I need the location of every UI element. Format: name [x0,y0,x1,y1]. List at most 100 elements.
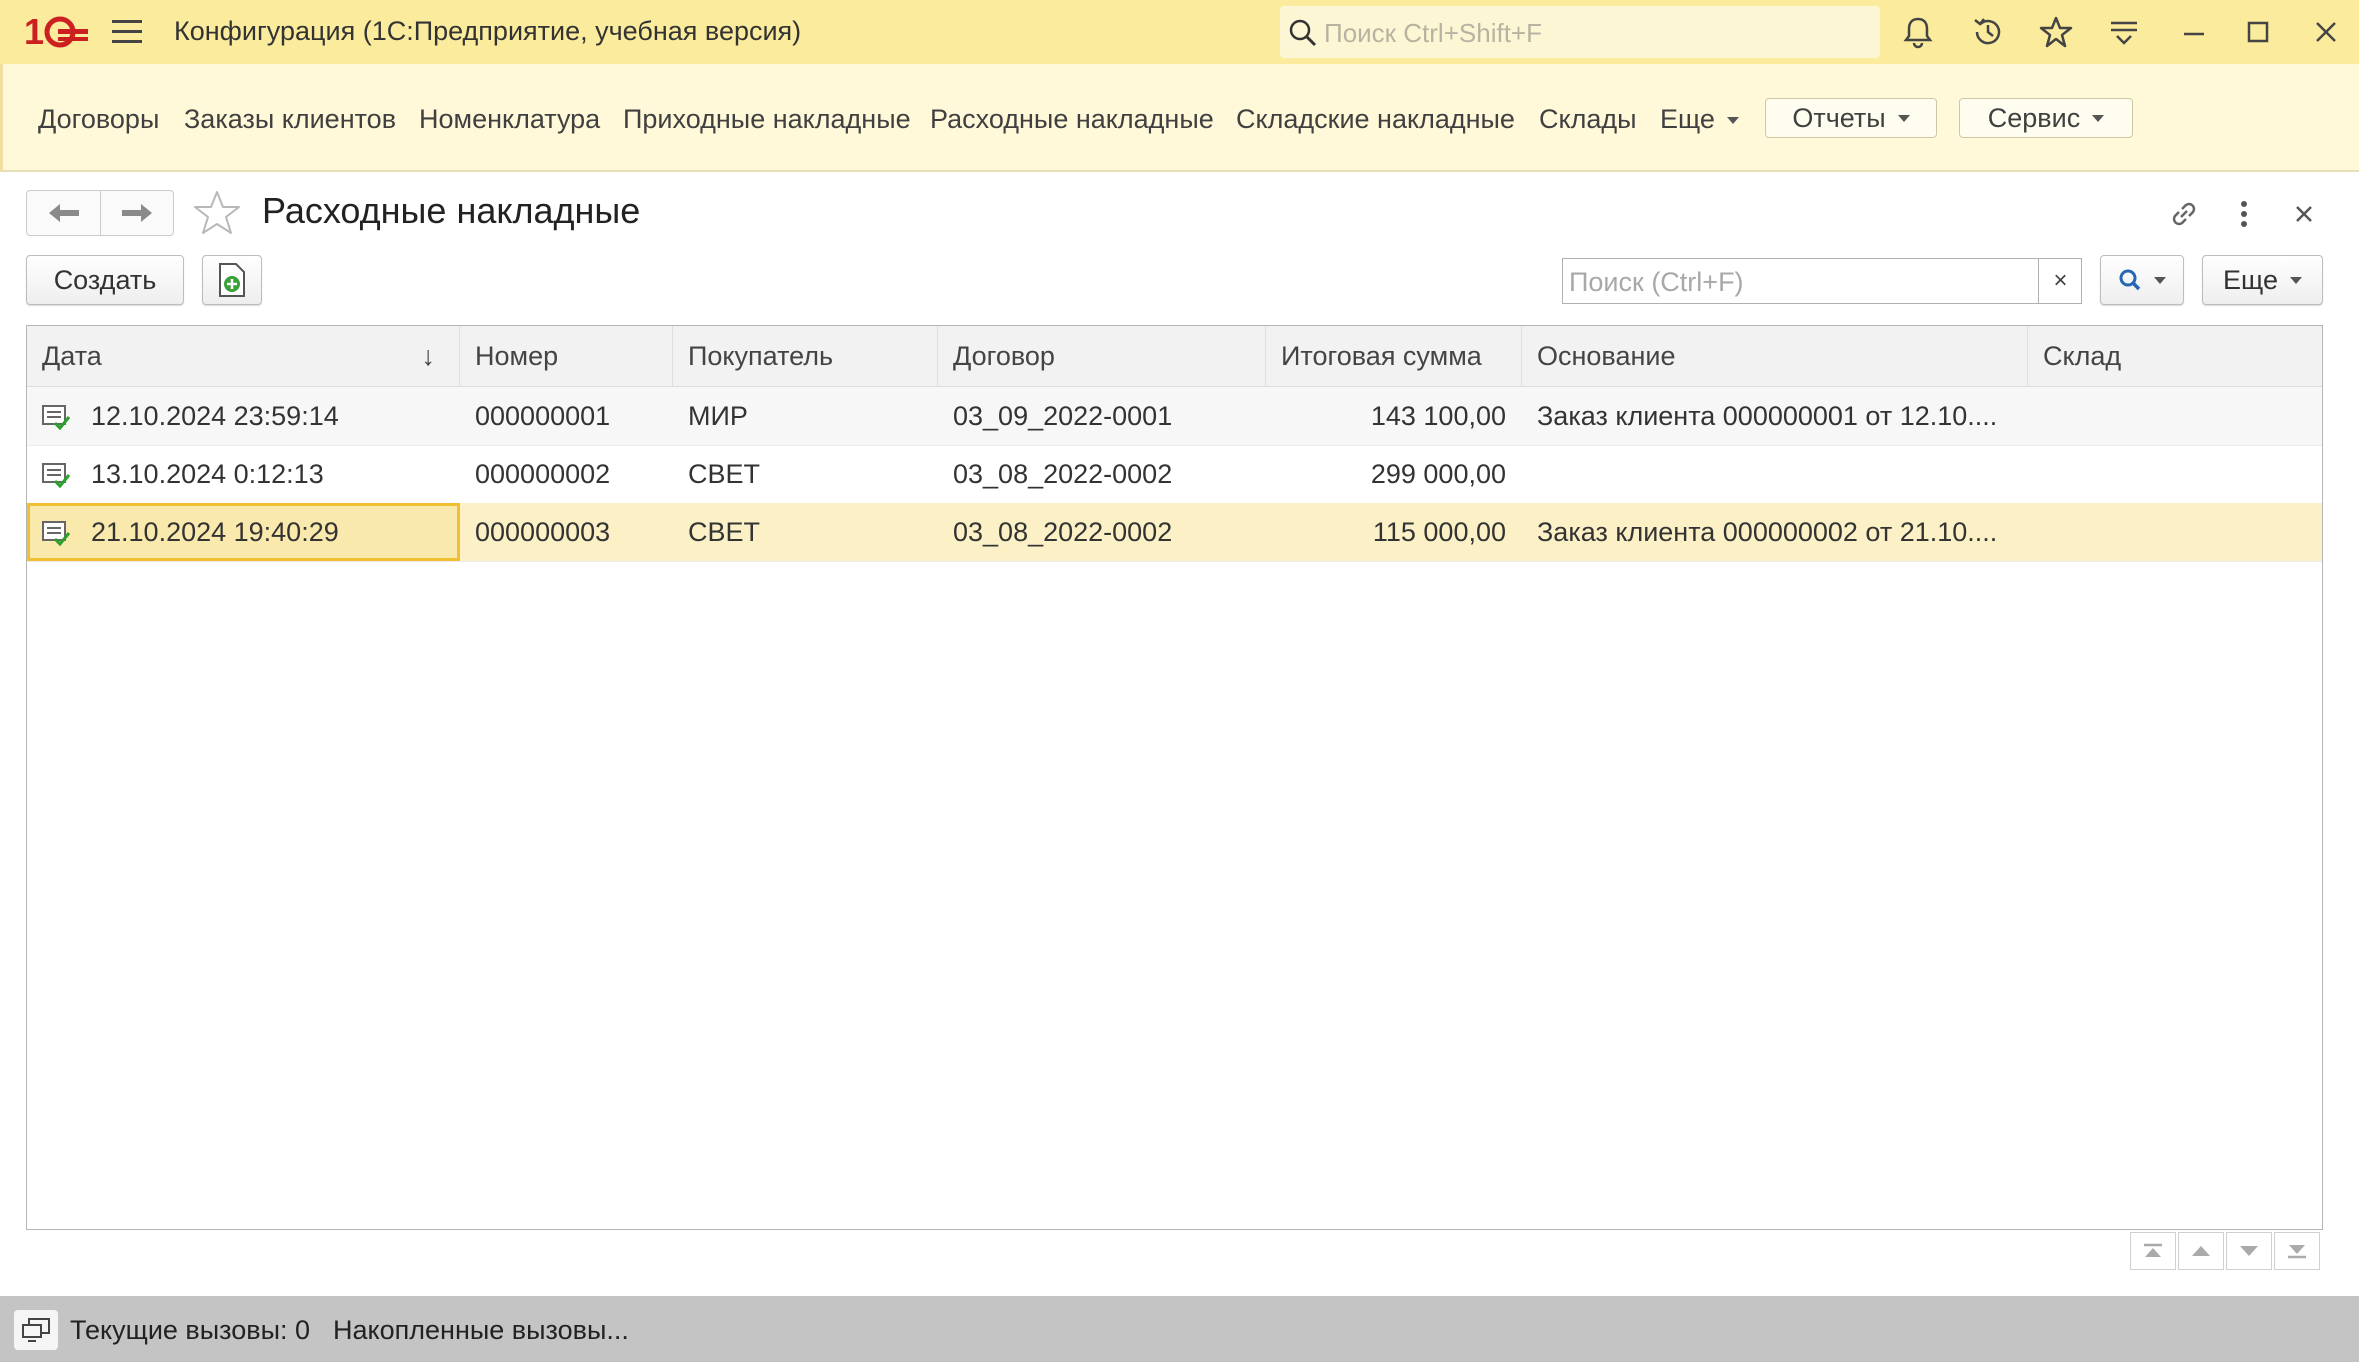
filter-list-icon[interactable] [2106,14,2142,50]
reports-button[interactable]: Отчеты [1765,98,1937,138]
cell-number[interactable]: 000000003 [460,503,673,561]
cell-number[interactable]: 000000001 [460,387,673,445]
scroll-down-button[interactable] [2226,1232,2272,1270]
cell-total-sum[interactable]: 143 100,00 [1266,387,1522,445]
cell-date[interactable]: 12.10.2024 23:59:14 [27,387,460,445]
document-add-icon [219,263,245,297]
section-incoming-invoices[interactable]: Приходные накладные [623,104,911,135]
create-button[interactable]: Создать [26,255,184,305]
notifications-bell-icon[interactable] [1900,14,1936,50]
table-row[interactable]: 13.10.2024 0:12:13 000000002 СВЕТ 03_08_… [27,445,2322,504]
cell-contract[interactable]: 03_09_2022-0001 [938,387,1266,445]
maximize-icon[interactable] [2240,14,2276,50]
1c-logo: 1 [24,11,88,52]
posted-document-icon [42,463,71,489]
clear-search-icon[interactable]: × [2038,259,2082,303]
cell-basis[interactable] [1522,445,2028,503]
posted-document-icon [42,521,71,547]
sort-down-arrow-icon: ↓ [421,341,436,371]
cell-date[interactable]: 13.10.2024 0:12:13 [27,445,460,503]
cell-buyer[interactable]: МИР [673,387,938,445]
service-button[interactable]: Сервис [1959,98,2133,138]
cell-warehouse[interactable] [2028,445,2322,503]
more-label: Еще [2223,264,2278,295]
sections-panel: Договоры Заказы клиентов Номенклатура Пр… [0,64,2359,172]
more-actions-icon[interactable] [2226,196,2262,232]
chevron-down-icon [1897,114,1910,122]
documents-table: Дата ↓ Номер Покупатель Договор Итоговая… [26,325,2323,1230]
sections-more-button[interactable]: Еще [1660,104,1739,135]
column-header-total-sum[interactable]: Итоговая сумма [1266,326,1522,386]
search-options-button[interactable] [2100,255,2184,305]
section-contracts[interactable]: Договоры [38,104,159,135]
scroll-to-top-button[interactable] [2130,1232,2176,1270]
column-header-label: Дата [42,341,102,371]
history-icon[interactable] [1970,14,2006,50]
add-to-favorites-star-icon[interactable] [192,188,242,238]
app-title: Конфигурация (1С:Предприятие, учебная ве… [174,16,802,46]
cell-warehouse[interactable] [2028,387,2322,445]
cell-contract[interactable]: 03_08_2022-0002 [938,503,1266,561]
cell-buyer[interactable]: СВЕТ [673,445,938,503]
table-row[interactable]: 12.10.2024 23:59:14 000000001 МИР 03_09_… [27,387,2322,446]
global-search[interactable] [1280,6,1880,60]
more-button[interactable]: Еще [2202,255,2323,305]
column-header-warehouse[interactable]: Склад [2028,326,2322,386]
cell-number[interactable]: 000000002 [460,445,673,503]
section-warehouse-invoices[interactable]: Складские накладные [1236,104,1515,135]
link-icon[interactable] [2166,196,2202,232]
close-form-icon[interactable] [2286,196,2322,232]
chevron-down-icon [2154,276,2166,284]
cell-total-sum[interactable]: 299 000,00 [1266,445,1522,503]
posted-document-icon [42,405,71,431]
navigation-buttons [26,190,174,236]
create-by-copy-button[interactable] [202,255,262,305]
svg-text:1: 1 [24,12,44,52]
server-calls-button[interactable] [14,1310,58,1350]
column-header-date[interactable]: Дата ↓ [27,326,460,386]
scroll-down-icon [2240,1246,2258,1256]
reports-label: Отчеты [1792,102,1886,133]
table-row-selected[interactable]: 21.10.2024 19:40:29 000000003 СВЕТ 03_08… [27,503,2322,562]
status-bar: Текущие вызовы: 0 Накопленные вызовы... [0,1296,2359,1362]
arrow-right-icon [122,204,152,222]
chevron-down-icon [2092,114,2105,122]
chevron-down-icon [2289,276,2302,284]
section-customer-orders[interactable]: Заказы клиентов [184,104,396,135]
column-header-number[interactable]: Номер [460,326,673,386]
favorites-star-icon[interactable] [2038,14,2074,50]
cell-warehouse[interactable] [2028,503,2322,561]
main-menu-icon[interactable] [112,20,142,44]
cell-basis[interactable]: Заказ клиента 000000001 от 12.10.... [1522,387,2028,445]
forward-button[interactable] [101,191,173,235]
section-warehouses[interactable]: Склады [1539,104,1637,135]
scroll-bottom-icon [2288,1245,2306,1259]
scroll-to-bottom-button[interactable] [2274,1232,2320,1270]
section-outgoing-invoices[interactable]: Расходные накладные [930,104,1214,135]
scroll-up-button[interactable] [2178,1232,2224,1270]
column-header-buyer[interactable]: Покупатель [673,326,938,386]
column-header-contract[interactable]: Договор [938,326,1266,386]
form-title: Расходные накладные [262,190,641,231]
table-header: Дата ↓ Номер Покупатель Договор Итоговая… [27,326,2322,387]
close-window-icon[interactable] [2308,14,2344,50]
monitor-icon [22,1318,50,1342]
service-label: Сервис [1987,102,2081,133]
minimize-icon[interactable] [2176,14,2212,50]
search-icon [2119,269,2141,291]
list-search-input[interactable] [1567,259,2041,305]
back-button[interactable] [27,191,101,235]
cell-basis[interactable]: Заказ клиента 000000002 от 21.10.... [1522,503,2028,561]
cell-buyer[interactable]: СВЕТ [673,503,938,561]
current-calls-text: Текущие вызовы: 0 [70,1315,311,1345]
list-search[interactable]: × [1562,258,2082,305]
column-header-basis[interactable]: Основание [1522,326,2028,386]
cell-contract[interactable]: 03_08_2022-0002 [938,445,1266,503]
arrow-left-icon [48,204,79,222]
cell-total-sum[interactable]: 115 000,00 [1266,503,1522,561]
section-nomenclature[interactable]: Номенклатура [419,104,600,135]
scroll-top-icon [2144,1243,2162,1257]
cell-date[interactable]: 21.10.2024 19:40:29 [27,503,460,561]
global-search-input[interactable] [1322,6,1876,60]
accumulated-calls-link[interactable]: Накопленные вызовы... [333,1310,629,1350]
